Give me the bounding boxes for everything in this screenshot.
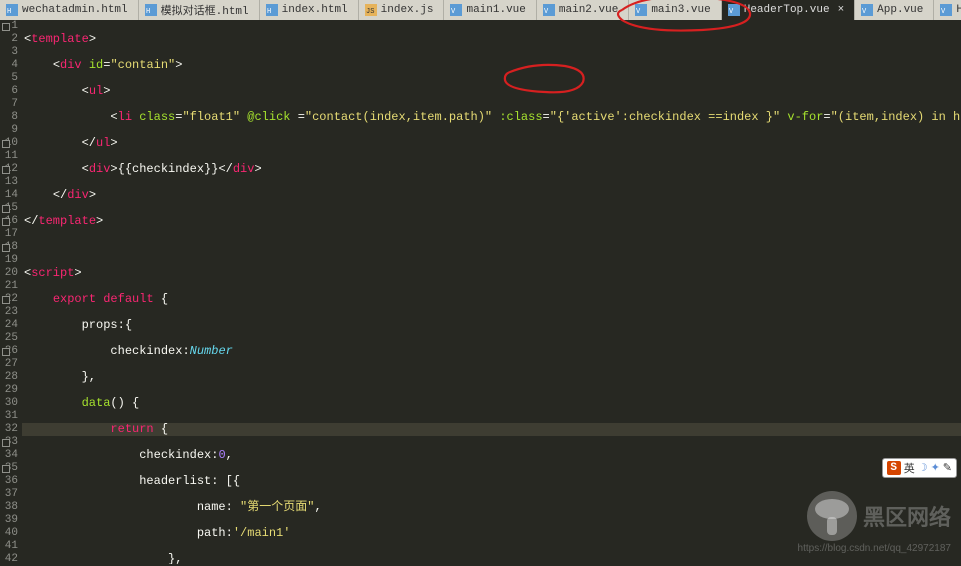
tab-dialog[interactable]: H 模拟对话框.html [139,0,260,20]
code-editor[interactable]: 1234567891011121314151617181920212223242… [0,20,961,564]
tab-helloworld[interactable]: V HelloWorld.vue [934,0,961,20]
tab-main3[interactable]: Vmain3.vue [629,0,721,20]
vue-file-icon: V [450,4,462,16]
spark-icon[interactable]: ✦ [931,461,940,475]
tab-label: main1.vue [466,4,525,16]
svg-text:H: H [146,8,150,16]
tab-label: main3.vue [651,4,710,16]
html-file-icon: H [6,4,18,16]
js-file-icon: JS [365,4,377,16]
watermark-url: https://blog.csdn.net/qq_42972187 [798,543,951,554]
vue-file-icon: V [728,4,740,16]
watermark-brand: 黑区网络 [863,500,951,532]
tab-main1[interactable]: Vmain1.vue [444,0,536,20]
svg-text:H: H [7,8,11,16]
tab-label: wechatadmin.html [22,4,128,16]
moon-icon[interactable]: ☽ [918,461,928,475]
close-tab-icon[interactable]: × [838,4,845,16]
vue-file-icon: V [543,4,555,16]
watermark: 黑区网络 https://blog.csdn.net/qq_42972187 [798,491,951,554]
vue-file-icon: V [635,4,647,16]
sogou-logo-icon: S [887,461,901,475]
tab-label: 模拟对话框.html [161,2,249,18]
tab-label: HeaderTop.vue [744,4,830,16]
tab-label: index.js [381,4,434,16]
tab-index-js[interactable]: JS index.js [359,0,445,20]
ime-toolbar[interactable]: S 英 ☽ ✦ ✎ [882,458,957,478]
mushroom-logo-icon [807,491,857,541]
tab-label: main2.vue [559,4,618,16]
vue-file-icon: V [940,4,952,16]
svg-text:JS: JS [366,8,374,16]
vue-file-icon: V [861,4,873,16]
tab-label: App.vue [877,4,923,16]
tab-index-html[interactable]: Hindex.html [260,0,359,20]
tab-label: index.html [282,4,348,16]
editor-tabs: Hwechatadmin.html H 模拟对话框.html Hindex.htm… [0,0,961,20]
tab-app[interactable]: V App.vue [855,0,934,20]
tab-main2[interactable]: Vmain2.vue [537,0,629,20]
ime-lang[interactable]: 英 [904,460,915,476]
tab-label: HelloWorld.vue [956,4,961,16]
tab-wechatadmin[interactable]: Hwechatadmin.html [0,0,139,20]
tab-headertop[interactable]: V HeaderTop.vue × [722,0,855,20]
line-gutter: 1234567891011121314151617181920212223242… [0,20,22,564]
svg-text:H: H [267,8,271,16]
html-file-icon: H [266,4,278,16]
code-area[interactable]: <template> <div id="contain"> <ul> <li c… [22,20,961,564]
html-file-icon: H [145,4,157,16]
tool-icon[interactable]: ✎ [943,461,952,475]
